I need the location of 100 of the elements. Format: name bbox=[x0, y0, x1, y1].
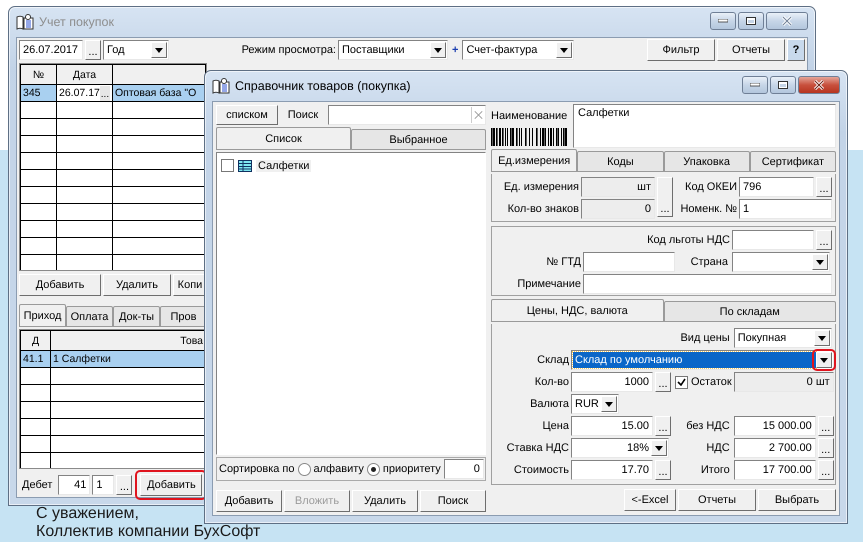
search-field[interactable] bbox=[328, 105, 486, 125]
tab[interactable]: По складам bbox=[664, 301, 836, 321]
document-type-dropdown[interactable]: Счет-фактура bbox=[462, 40, 574, 60]
caret-icon bbox=[655, 446, 663, 450]
action-button[interactable]: Добавить bbox=[216, 490, 282, 512]
tab[interactable]: Док-ты bbox=[113, 306, 160, 326]
checkbox[interactable] bbox=[221, 159, 234, 172]
warehouse-dropdown[interactable]: Склад по умолчанию bbox=[571, 350, 834, 370]
close-button[interactable] bbox=[798, 76, 840, 94]
tab[interactable]: Сертификат bbox=[750, 151, 836, 171]
action-button[interactable]: Копи bbox=[173, 274, 207, 296]
tab[interactable]: Цены, НДС, валюта bbox=[491, 299, 664, 321]
field-label: Итого bbox=[700, 463, 731, 478]
amount-field[interactable]: 15.00 bbox=[571, 416, 653, 436]
checkbox-label: Остаток bbox=[691, 376, 732, 388]
action-button[interactable]: Поиск bbox=[420, 490, 486, 512]
window-title: Учет покупок bbox=[39, 15, 115, 29]
digits-field: 0 bbox=[581, 199, 655, 219]
close-icon bbox=[781, 16, 793, 26]
tab[interactable]: Выбранное bbox=[351, 129, 486, 149]
toolbar-button[interactable]: Фильтр bbox=[647, 39, 715, 61]
signature-text: Коллектив компании БухСофт bbox=[36, 523, 260, 541]
browse-button[interactable]: ... bbox=[818, 416, 834, 436]
table-cell: 345 bbox=[20, 84, 56, 102]
subaccount-field[interactable]: 1 bbox=[92, 475, 114, 495]
radio-button[interactable] bbox=[366, 462, 380, 476]
close-icon bbox=[813, 80, 825, 90]
table-icon bbox=[238, 160, 252, 172]
date-field[interactable]: 26.07.2017 bbox=[19, 40, 83, 60]
price-type-dropdown[interactable]: Покупная bbox=[734, 328, 832, 348]
browse-button[interactable]: ... bbox=[657, 177, 673, 217]
quantity-field[interactable]: 1000 bbox=[571, 372, 653, 392]
gtd-field[interactable] bbox=[583, 252, 675, 272]
nomenclature-field[interactable]: 1 bbox=[739, 199, 832, 219]
amount-field[interactable]: 2 700.00 bbox=[734, 438, 816, 458]
maximize-button[interactable] bbox=[738, 12, 764, 30]
radio-label: алфавиту bbox=[314, 462, 364, 477]
maximize-button[interactable] bbox=[770, 76, 796, 94]
browse-button[interactable]: ... bbox=[655, 460, 671, 480]
account-field[interactable]: 41 bbox=[58, 475, 90, 495]
okei-field[interactable]: 796 bbox=[739, 177, 814, 197]
caret-icon bbox=[818, 336, 826, 340]
tab[interactable]: Ед.измерения bbox=[491, 149, 578, 171]
caret-icon bbox=[605, 402, 613, 406]
close-button[interactable] bbox=[766, 12, 808, 30]
browse-button[interactable]: ... bbox=[116, 475, 132, 495]
browse-button[interactable]: ... bbox=[655, 416, 671, 436]
tab[interactable]: Приход bbox=[19, 304, 66, 326]
balance-field: 0 шт bbox=[734, 372, 834, 392]
amount-field[interactable]: 15 000.00 bbox=[734, 416, 816, 436]
column-header[interactable]: Това bbox=[50, 330, 206, 350]
vat-rate-dropdown[interactable]: 18% bbox=[571, 438, 669, 458]
column-header[interactable]: Дата bbox=[56, 64, 112, 84]
field-label: Примечание bbox=[516, 277, 581, 292]
name-field[interactable]: Салфетки bbox=[573, 104, 836, 148]
search-label: Поиск bbox=[286, 108, 320, 123]
browse-button[interactable]: ... bbox=[85, 40, 101, 60]
list-item[interactable]: Салфетки bbox=[256, 160, 312, 172]
help-button[interactable]: ? bbox=[787, 39, 805, 61]
minimize-button[interactable] bbox=[742, 76, 768, 94]
plus-label: + bbox=[451, 44, 460, 56]
barcode-icon bbox=[491, 128, 569, 146]
currency-dropdown[interactable]: RUR bbox=[571, 394, 619, 414]
browse-button[interactable]: ... bbox=[655, 372, 671, 392]
country-dropdown[interactable] bbox=[732, 252, 830, 272]
tab[interactable]: Пров bbox=[160, 306, 207, 326]
minimize-button[interactable] bbox=[710, 12, 736, 30]
tab[interactable]: Оплата bbox=[66, 306, 113, 326]
radio-button[interactable] bbox=[298, 462, 311, 476]
action-button[interactable]: Выбрать bbox=[758, 489, 836, 511]
tab[interactable]: Список bbox=[216, 127, 351, 149]
table-cell: Оптовая база "О bbox=[112, 84, 206, 102]
list-mode-button[interactable]: списком bbox=[216, 105, 278, 125]
column-header[interactable]: Д bbox=[20, 330, 50, 350]
caret-icon bbox=[820, 358, 828, 362]
action-button[interactable]: <-Excel bbox=[624, 489, 676, 511]
column-header[interactable]: № bbox=[20, 64, 56, 84]
priority-field[interactable]: 0 bbox=[444, 459, 484, 479]
browse-button[interactable]: ... bbox=[818, 438, 834, 458]
checkbox[interactable] bbox=[675, 376, 688, 388]
browse-button[interactable]: ... bbox=[818, 460, 834, 480]
tab[interactable]: Упаковка bbox=[664, 151, 750, 171]
browse-button[interactable]: ... bbox=[816, 230, 832, 250]
amount-field[interactable]: 17 700.00 bbox=[734, 460, 816, 480]
browse-button[interactable]: ... bbox=[816, 177, 832, 197]
period-dropdown[interactable]: Год bbox=[103, 40, 169, 60]
caret-icon bbox=[155, 48, 163, 52]
vat-benefit-field[interactable] bbox=[732, 230, 814, 250]
signature-text: С уважением, bbox=[36, 505, 140, 523]
action-button[interactable]: Отчеты bbox=[678, 489, 756, 511]
amount-field[interactable]: 17.70 bbox=[571, 460, 653, 480]
note-field[interactable] bbox=[583, 274, 832, 294]
action-button[interactable]: Добавить bbox=[19, 274, 101, 296]
tab[interactable]: Коды bbox=[577, 151, 664, 171]
view-mode-dropdown[interactable]: Поставщики bbox=[338, 40, 448, 60]
browse-button[interactable]: ... bbox=[100, 86, 110, 100]
radio-label: приоритету bbox=[382, 462, 441, 477]
toolbar-button[interactable]: Отчеты bbox=[717, 39, 785, 61]
action-button[interactable]: Удалить bbox=[352, 490, 418, 512]
action-button[interactable]: Удалить bbox=[103, 274, 171, 296]
